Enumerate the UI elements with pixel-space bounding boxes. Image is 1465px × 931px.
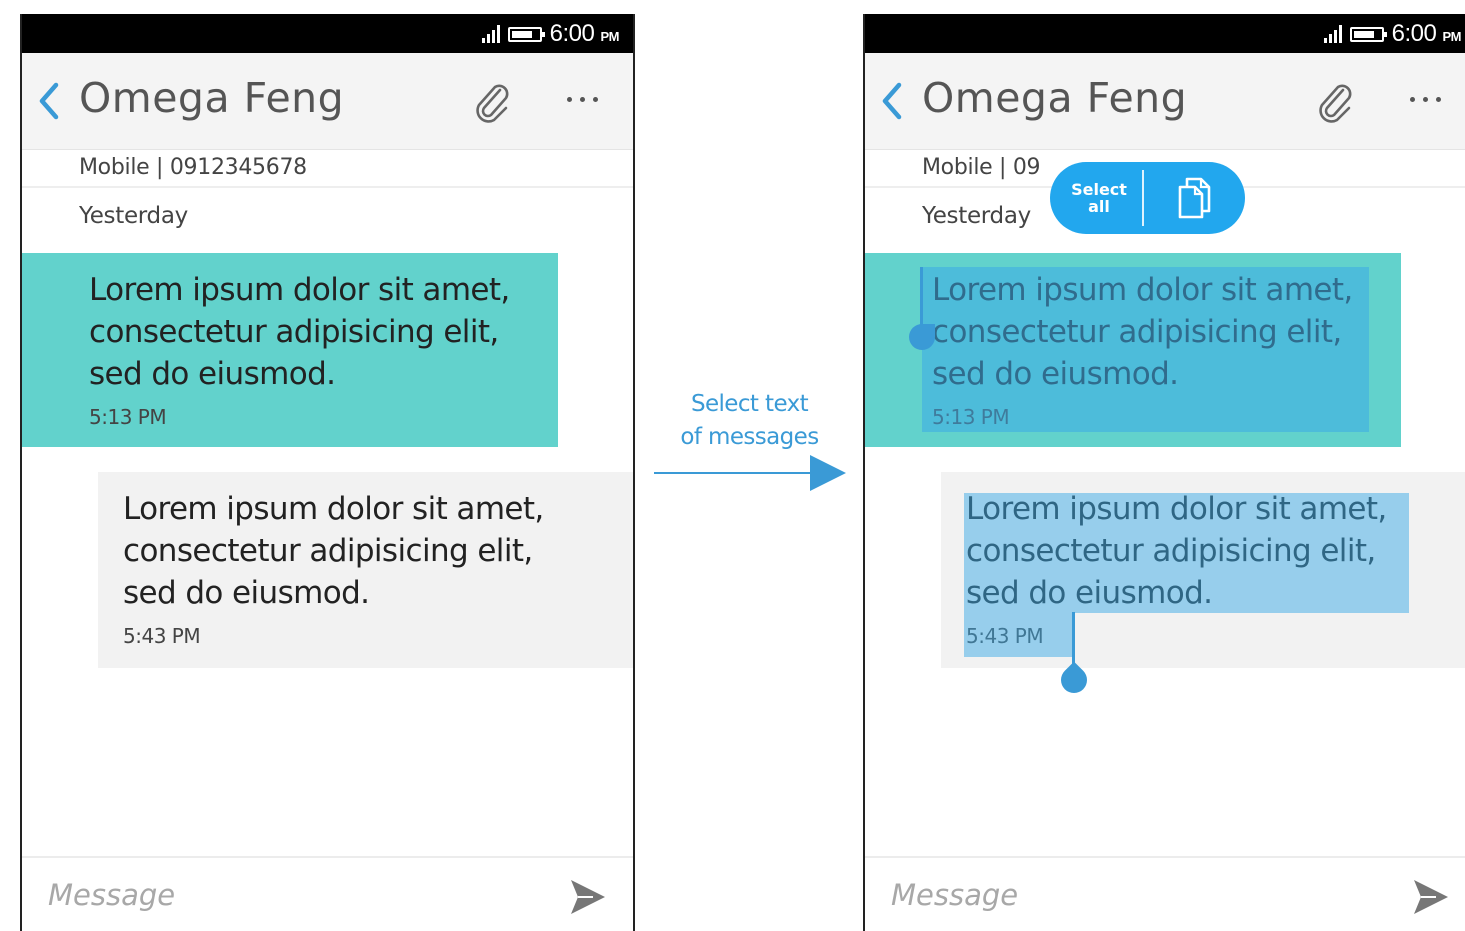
message-text: Lorem ipsum dolor sit amet, consectetur … <box>123 491 544 611</box>
selection-popup: Select all <box>1050 162 1245 234</box>
send-icon[interactable] <box>567 876 609 918</box>
message-bubble-incoming[interactable]: Lorem ipsum dolor sit amet, consectetur … <box>941 472 1465 668</box>
message-bubble-outgoing[interactable]: Lorem ipsum dolor sit amet, consectetur … <box>865 253 1401 447</box>
select-all-button[interactable]: Select all <box>1050 162 1142 234</box>
status-clock: 6:00 PM <box>549 20 620 47</box>
status-clock: 6:00 PM <box>1391 20 1462 47</box>
conversation-header: Omega Feng <box>865 53 1465 150</box>
message-bubble-incoming[interactable]: Lorem ipsum dolor sit amet, consectetur … <box>98 472 633 668</box>
phone-before: 6:00 PM Omega Feng Mobile | 0912345678 Y… <box>20 14 635 931</box>
contact-info-row: Mobile | 0912345678 <box>22 151 633 188</box>
date-label: Yesterday <box>79 203 188 229</box>
message-time: 5:43 PM <box>123 624 201 648</box>
battery-icon <box>507 26 545 42</box>
date-label: Yesterday <box>922 203 1031 229</box>
signal-icon <box>1323 25 1342 43</box>
back-icon[interactable] <box>879 81 905 121</box>
battery-icon <box>1349 26 1387 42</box>
back-icon[interactable] <box>36 81 62 121</box>
message-text: Lorem ipsum dolor sit amet, consectetur … <box>932 272 1353 392</box>
message-composer <box>865 856 1465 931</box>
status-bar: 6:00 PM <box>865 14 1465 53</box>
message-input[interactable] <box>891 870 1371 920</box>
message-time: 5:13 PM <box>932 405 1010 429</box>
selection-start-handle[interactable] <box>909 324 935 350</box>
contact-name: Omega Feng <box>79 74 345 122</box>
message-bubble-outgoing[interactable]: Lorem ipsum dolor sit amet, consectetur … <box>22 253 558 447</box>
contact-info: Mobile | 09 <box>922 155 1041 180</box>
copy-icon <box>1178 177 1210 219</box>
transition-label: Select text of messages <box>680 391 819 450</box>
message-composer <box>22 856 633 931</box>
arrow-right-icon <box>654 455 846 491</box>
transition-indicator: Select text of messages <box>652 388 847 498</box>
contact-name: Omega Feng <box>922 74 1188 122</box>
contact-info: Mobile | 0912345678 <box>79 155 307 180</box>
message-time: 5:13 PM <box>89 405 167 429</box>
message-text: Lorem ipsum dolor sit amet, consectetur … <box>966 491 1387 611</box>
signal-icon <box>481 25 500 43</box>
copy-button[interactable] <box>1144 162 1245 234</box>
send-icon[interactable] <box>1410 876 1452 918</box>
attach-icon[interactable] <box>470 80 514 124</box>
more-icon[interactable] <box>567 97 598 102</box>
attach-icon[interactable] <box>1313 80 1357 124</box>
message-time: 5:43 PM <box>966 624 1044 648</box>
message-input[interactable] <box>48 870 528 920</box>
message-text: Lorem ipsum dolor sit amet, consectetur … <box>89 272 510 392</box>
conversation-header: Omega Feng <box>22 53 633 150</box>
status-bar: 6:00 PM <box>22 14 633 53</box>
more-icon[interactable] <box>1410 97 1441 102</box>
phone-after: 6:00 PM Omega Feng Mobile | 09 Yesterday… <box>863 14 1465 931</box>
